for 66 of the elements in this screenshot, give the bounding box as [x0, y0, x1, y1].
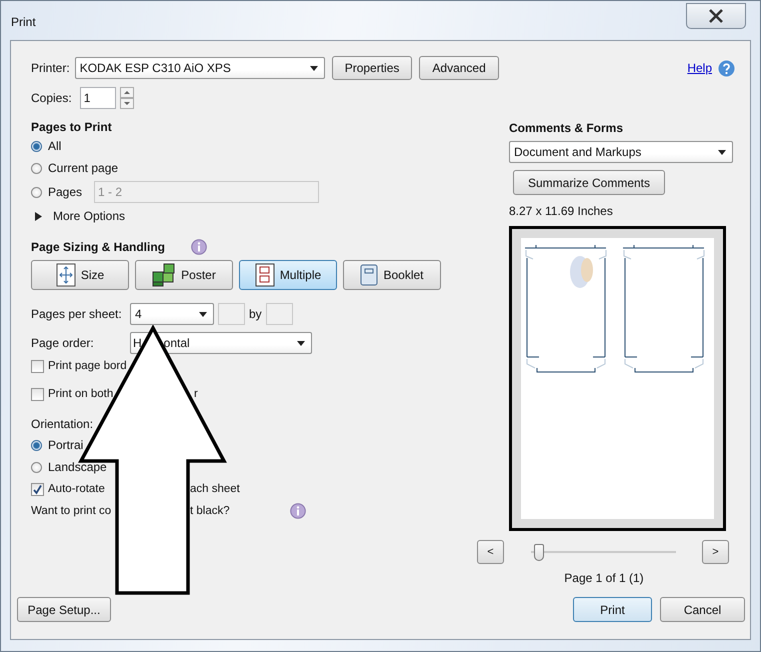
caret-icon: [199, 312, 207, 316]
tiles-icon: [152, 263, 176, 287]
more-options-toggle[interactable]: More Options: [53, 209, 126, 223]
radio-button[interactable]: [31, 462, 42, 472]
pages-per-sheet-label: Pages per sheet:: [31, 307, 123, 321]
booklet-icon: [360, 264, 378, 286]
checkbox-label: Print page bord: [48, 360, 127, 372]
help-link[interactable]: Help: [687, 61, 712, 75]
radio-button[interactable]: [31, 440, 42, 450]
page-order-label: Page order:: [31, 336, 95, 350]
resize-icon: [56, 263, 76, 287]
section-heading: Pages to Print: [31, 119, 113, 135]
window-title: Print: [11, 15, 36, 29]
section-heading: Comments & Forms: [509, 120, 624, 136]
checkbox-label: Auto-rotate: [48, 483, 105, 495]
spinner-buttons[interactable]: [120, 87, 134, 109]
comments-dropdown[interactable]: Document and Markups: [509, 141, 733, 163]
checkbox-label: Print on both: [48, 388, 114, 400]
question-text: Want to print co: [31, 505, 112, 517]
printer-dropdown[interactable]: KODAK ESP C310 AiO XPS: [74, 57, 325, 79]
expand-icon[interactable]: [35, 212, 42, 220]
mode-button[interactable]: Booklet: [343, 260, 441, 290]
caret-icon: [297, 340, 305, 346]
header-button[interactable]: Properties: [332, 56, 412, 80]
copies-label: Copies:: [31, 91, 72, 105]
pages-per-sheet-dropdown[interactable]: 4: [130, 303, 214, 325]
caret-icon: [718, 150, 726, 154]
next-page-button[interactable]: >: [702, 540, 729, 564]
radio-label: All: [48, 139, 62, 153]
orientation-label: Orientation:: [31, 417, 94, 431]
info-icon[interactable]: [290, 503, 306, 519]
radio-button[interactable]: [31, 140, 42, 152]
header-button[interactable]: Advanced: [419, 56, 499, 80]
help-icon[interactable]: [718, 60, 735, 76]
radio-button[interactable]: [31, 162, 42, 174]
close-icon: [708, 9, 724, 23]
dialog-button[interactable]: Cancel: [660, 597, 745, 622]
copies-field[interactable]: 1: [80, 87, 116, 109]
radio-label: Portrai: [48, 438, 84, 452]
by-label: by: [249, 307, 262, 321]
paper-size-text: 8.27 x 11.69 Inches: [509, 203, 614, 219]
close-button[interactable]: [686, 3, 746, 29]
checkbox-label: ach sheet: [190, 483, 241, 495]
previous-page-button[interactable]: <: [477, 540, 504, 564]
info-icon[interactable]: [191, 239, 208, 255]
radio-label: Current page: [48, 161, 118, 175]
checkbox-label: r: [193, 388, 199, 400]
slider-thumb[interactable]: [534, 544, 544, 560]
radio-label: Landscape: [48, 460, 107, 474]
radio-button[interactable]: [31, 186, 42, 198]
page-setup-button[interactable]: Page Setup...: [17, 597, 111, 622]
dialog-button[interactable]: Print: [573, 597, 652, 622]
checkbox[interactable]: [31, 360, 44, 372]
pages-icon: [254, 263, 275, 287]
page-counter: Page 1 of 1 (1): [563, 570, 645, 586]
checkbox[interactable]: [31, 388, 44, 400]
question-text: t black?: [190, 505, 230, 517]
radio-label: Pages: [48, 185, 82, 199]
mode-button[interactable]: Multiple: [239, 260, 337, 290]
mode-button[interactable]: Size: [31, 260, 129, 290]
checkbox[interactable]: [31, 482, 44, 496]
mode-button[interactable]: Poster: [135, 260, 233, 290]
printer-label: Printer:: [31, 61, 70, 75]
section-heading: Page Sizing & Handling: [31, 239, 166, 255]
caret-icon: [310, 66, 318, 70]
summarize-button[interactable]: Summarize Comments: [513, 170, 665, 195]
